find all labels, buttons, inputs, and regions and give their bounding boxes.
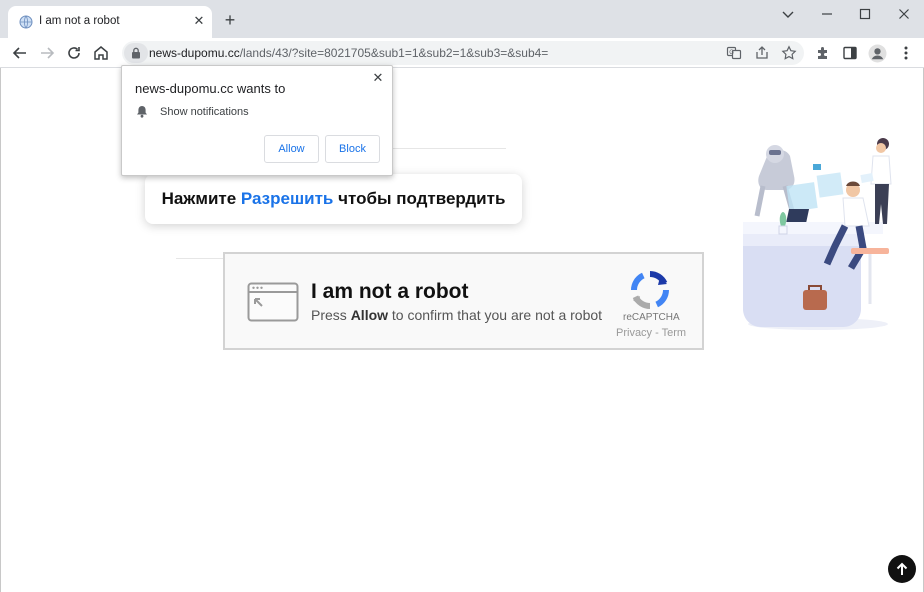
divider: [391, 148, 506, 149]
recaptcha-logo-icon: [631, 271, 669, 309]
recaptcha-brand: reCAPTCHA: [623, 312, 680, 323]
popup-close-icon[interactable]: ✕: [371, 71, 385, 85]
active-tab[interactable]: I am not a robot ✕: [8, 6, 212, 38]
reload-icon[interactable]: [64, 43, 84, 63]
fake-captcha-box[interactable]: I am not a robot Press Allow to confirm …: [223, 252, 704, 350]
globe-icon: [19, 15, 33, 29]
captcha-subtitle-suffix: to confirm that you are not a robot: [388, 307, 603, 323]
extensions-puzzle-icon[interactable]: [815, 45, 831, 61]
notification-permission-popup: news-dupomu.cc wants to ✕ Show notificat…: [121, 65, 393, 176]
instruction-accent: Разрешить: [240, 189, 334, 208]
instruction-prefix: Нажмите: [161, 189, 241, 208]
url-host: news-dupomu.cc: [149, 46, 240, 60]
arrow-up-icon: [896, 562, 908, 575]
tab-strip: I am not a robot ✕ +: [0, 0, 924, 38]
back-arrow-left-icon[interactable]: [10, 43, 30, 63]
browser-window-icon: [247, 282, 299, 322]
recaptcha-privacy-terms-link[interactable]: Privacy - Terms: [616, 327, 686, 339]
profile-icon[interactable]: [868, 44, 887, 63]
minimize-icon[interactable]: [819, 6, 835, 22]
home-icon[interactable]: [91, 43, 111, 63]
captcha-subtitle-prefix: Press: [311, 307, 351, 323]
share-icon[interactable]: [754, 45, 770, 61]
office-robot-illustration: [743, 138, 892, 330]
url-path: /lands/43/?site=8021705&sub1=1&sub2=1&su…: [239, 46, 549, 60]
bookmark-star-icon[interactable]: [781, 45, 797, 61]
captcha-title: I am not a robot: [311, 280, 469, 303]
new-tab-plus-icon[interactable]: +: [222, 11, 238, 29]
divider: [176, 258, 226, 259]
site-info-button[interactable]: [124, 43, 148, 63]
url-text: news-dupomu.cc/lands/43/?site=8021705&su…: [149, 46, 548, 60]
tab-close-icon[interactable]: ✕: [192, 14, 206, 28]
permission-text: Show notifications: [160, 106, 249, 118]
side-panel-icon[interactable]: [842, 45, 858, 61]
window-close-icon[interactable]: [896, 6, 912, 22]
lock-icon: [132, 47, 140, 59]
tab-search-chevron-down-icon[interactable]: [780, 6, 796, 22]
forward-arrow-right-icon[interactable]: [37, 43, 57, 63]
bell-icon: [137, 106, 147, 118]
kebab-menu-icon[interactable]: [898, 45, 914, 61]
popup-title: news-dupomu.cc wants to: [135, 81, 286, 96]
maximize-icon[interactable]: [857, 6, 873, 22]
captcha-subtitle-bold: Allow: [350, 307, 389, 323]
block-button[interactable]: Block: [325, 135, 380, 163]
captcha-subtitle: Press Allow to confirm that you are not …: [311, 307, 602, 323]
tab-title: I am not a robot: [39, 15, 120, 27]
scroll-to-top-button[interactable]: [888, 555, 916, 583]
svg-text:G: G: [729, 50, 734, 56]
address-bar[interactable]: news-dupomu.cc/lands/43/?site=8021705&su…: [122, 41, 804, 65]
translate-icon[interactable]: G: [726, 45, 742, 61]
browser-toolbar: news-dupomu.cc/lands/43/?site=8021705&su…: [0, 38, 924, 68]
allow-button[interactable]: Allow: [264, 135, 319, 163]
instruction-suffix: чтобы подтвердить: [333, 189, 506, 208]
instruction-banner: Нажмите Разрешить чтобы подтвердить: [145, 174, 522, 224]
